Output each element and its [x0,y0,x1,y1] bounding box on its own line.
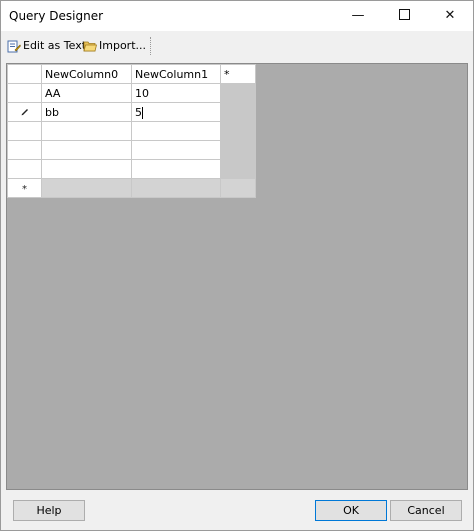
edit-as-text-label: Edit as Text [23,39,87,52]
row-header-corner[interactable] [7,64,42,84]
column-header[interactable]: NewColumn0 [41,64,132,84]
table-row: AA 10 [7,83,256,103]
dialog-footer: Help OK Cancel [1,491,473,530]
column-header[interactable]: NewColumn1 [131,64,221,84]
grid-cell[interactable]: bb [41,102,132,122]
grid-cell[interactable] [41,121,132,141]
new-row-marker: * [22,183,27,195]
row-selector[interactable] [7,83,42,103]
new-row: * [7,178,256,198]
table-row [7,159,256,179]
table-row [7,121,256,141]
data-grid-area: NewColumn0 NewColumn1 * AA 10 bb 5 * [6,63,468,490]
maximize-button[interactable] [381,1,427,31]
minimize-button[interactable]: — [335,1,381,31]
grid-cell-empty [220,159,256,179]
maximize-icon [398,9,410,20]
import-label: Import... [99,39,146,52]
pencil-icon [21,108,28,115]
new-row-cell[interactable] [131,178,221,198]
grid-cell-editing[interactable]: 5 [131,102,221,122]
title-bar: Query Designer — ✕ [1,1,473,31]
grid-cell-empty [220,121,256,141]
edit-as-text-button[interactable]: Edit as Text [7,37,86,55]
ok-button[interactable]: OK [315,500,387,521]
grid-cell[interactable]: 10 [131,83,221,103]
folder-open-icon [83,41,97,52]
row-selector[interactable] [7,159,42,179]
data-grid: NewColumn0 NewColumn1 * AA 10 bb 5 * [7,64,256,198]
grid-cell[interactable] [131,121,221,141]
grid-cell-empty [220,140,256,160]
grid-cell[interactable] [131,159,221,179]
query-designer-window: Query Designer — ✕ Edit as Text Import..… [0,0,474,531]
header-row: NewColumn0 NewColumn1 * [7,64,256,84]
close-icon: ✕ [444,8,456,23]
new-row-cell [220,178,256,198]
table-row: bb 5 [7,102,256,122]
new-row-selector[interactable]: * [7,178,42,198]
help-button[interactable]: Help [13,500,85,521]
minimize-icon: — [351,8,365,23]
grid-cell-empty [220,102,256,122]
add-column-header[interactable]: * [220,64,256,84]
toolbar-separator [150,37,152,55]
window-title: Query Designer [9,9,104,23]
row-selector[interactable] [7,140,42,160]
grid-cell[interactable] [41,140,132,160]
close-button[interactable]: ✕ [427,1,473,31]
cell-value: 5 [135,105,142,119]
grid-cell-empty [220,83,256,103]
toolbar: Edit as Text Import... [1,31,473,61]
import-button[interactable]: Import... [83,37,146,55]
table-row [7,140,256,160]
cancel-button[interactable]: Cancel [390,500,462,521]
grid-cell[interactable] [131,140,221,160]
text-cursor [142,106,143,119]
new-row-cell[interactable] [41,178,132,198]
grid-cell[interactable]: AA [41,83,132,103]
edit-text-icon [7,40,21,53]
row-selector[interactable] [7,102,42,122]
row-selector[interactable] [7,121,42,141]
grid-cell[interactable] [41,159,132,179]
